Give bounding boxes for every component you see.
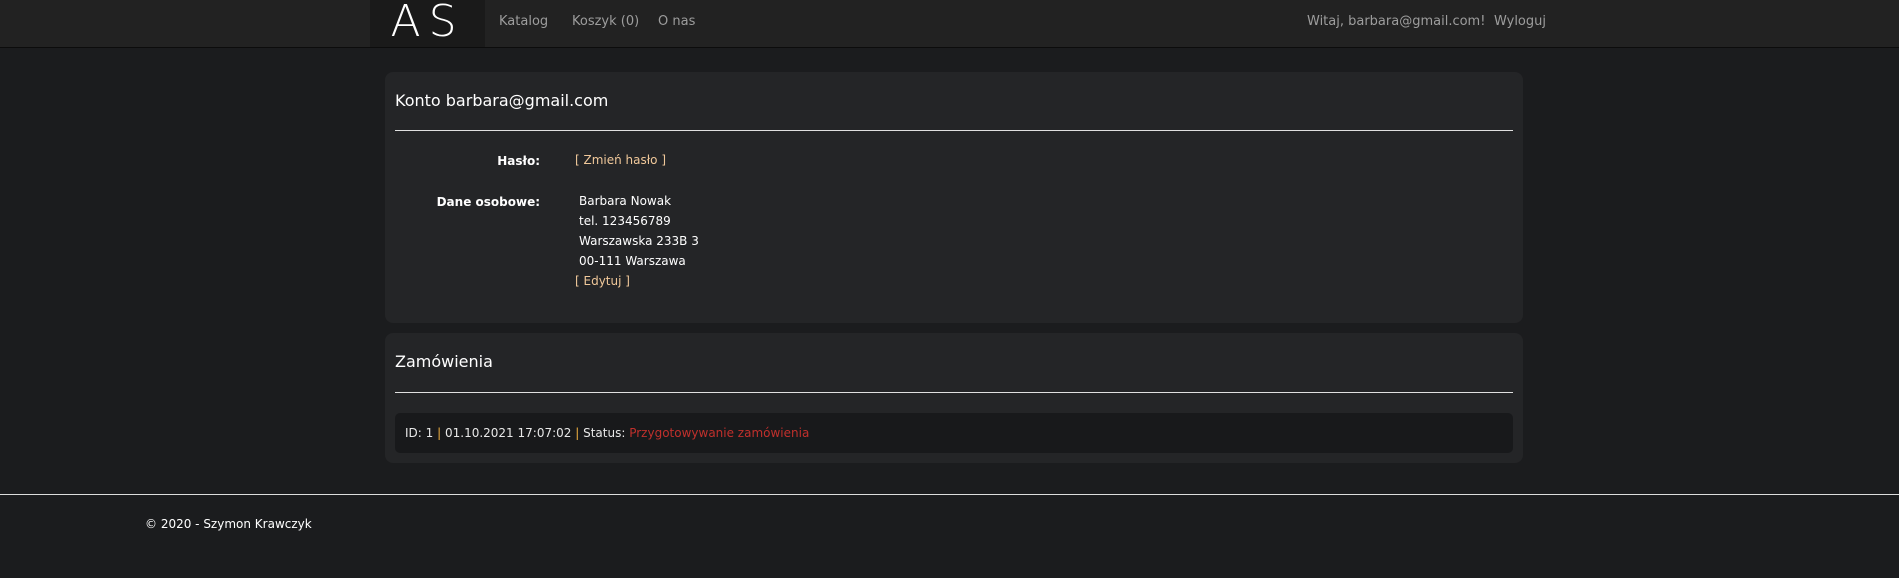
nav-cart[interactable]: Koszyk (0)	[572, 14, 639, 29]
nav-logout[interactable]: Wyloguj	[1494, 14, 1546, 29]
nav-greeting[interactable]: Witaj, barbara@gmail.com!	[1307, 14, 1485, 29]
edit-link[interactable]: [ Edytuj ]	[575, 274, 630, 288]
logo[interactable]: AS	[370, 0, 485, 47]
nav-katalog[interactable]: Katalog	[499, 14, 548, 29]
change-password-link[interactable]: [ Zmień hasło ]	[575, 153, 666, 167]
footer-divider	[0, 494, 1899, 495]
orders-card: Zamówienia ID: 1 | 01.10.2021 17:07:02 |…	[385, 333, 1523, 463]
order-id: ID: 1	[405, 426, 434, 440]
password-label: Hasło:	[497, 154, 540, 168]
status-label: Status:	[583, 426, 626, 440]
separator: |	[437, 426, 442, 440]
full-name: Barbara Nowak	[579, 194, 672, 208]
order-row[interactable]: ID: 1 | 01.10.2021 17:07:02 | Status: Pr…	[395, 413, 1513, 453]
account-title: Konto barbara@gmail.com	[395, 91, 609, 110]
street: Warszawska 233B 3	[579, 234, 699, 248]
phone: tel. 123456789	[579, 214, 671, 228]
order-date: 01.10.2021 17:07:02	[444, 426, 572, 440]
nav-about[interactable]: O nas	[658, 14, 695, 29]
orders-title: Zamówienia	[395, 352, 493, 371]
account-card: Konto barbara@gmail.com Hasło: [ Zmień h…	[385, 72, 1523, 323]
footer-text: © 2020 - Szymon Krawczyk	[145, 517, 312, 531]
divider	[395, 392, 1513, 393]
city: 00-111 Warszawa	[579, 254, 686, 268]
navbar: AS Katalog Koszyk (0) O nas Witaj, barba…	[0, 0, 1899, 48]
separator: |	[575, 426, 580, 440]
personal-data-label: Dane osobowe:	[436, 195, 540, 209]
divider	[395, 130, 1513, 131]
order-status: Przygotowywanie zamówienia	[629, 426, 810, 440]
